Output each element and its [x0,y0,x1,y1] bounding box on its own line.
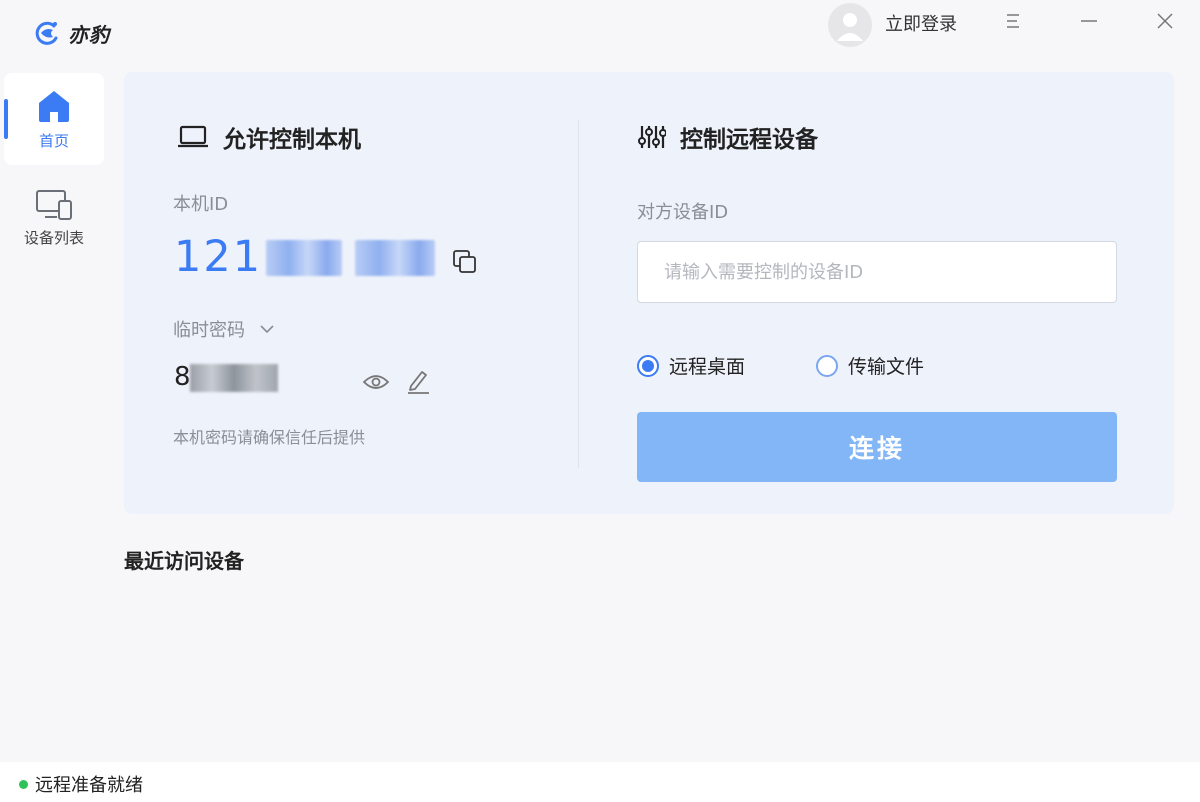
radio-remote-desktop-label: 远程桌面 [669,356,746,378]
password-redacted [190,364,278,392]
peer-id-input[interactable] [637,241,1117,303]
password-hint: 本机密码请确保信任后提供 [173,428,366,447]
menu-icon [1007,14,1019,28]
local-id-redacted-2 [355,240,435,276]
sidebar-item-home[interactable]: 首页 [4,73,104,165]
radio-selected-indicator [637,354,659,377]
peer-id-label: 对方设备ID [637,202,729,223]
title-bar: 亦豹 立即登录 [0,0,1200,64]
close-button[interactable] [1150,6,1180,36]
allow-control-title: 允许控制本机 [177,120,361,154]
local-id-redacted-1 [266,240,342,276]
logo-icon [35,21,58,45]
remote-control-title-text: 控制远程设备 [680,127,818,153]
sliders-icon [638,126,666,148]
remote-control-title: 控制远程设备 [638,120,818,154]
sidebar-item-label: 设备列表 [23,228,84,247]
user-icon [837,13,863,41]
home-icon [39,90,69,122]
close-icon [1157,13,1173,29]
app-name: 亦豹 [68,22,110,47]
minimize-button[interactable] [1074,6,1104,36]
radio-remote-desktop[interactable]: 远程桌面 [637,352,745,379]
laptop-icon [178,125,208,148]
password-type-dropdown[interactable]: 临时密码 [173,316,275,342]
status-bar [0,762,1200,802]
edit-icon[interactable] [405,368,431,394]
password-value: 8 [174,362,191,392]
allow-control-title-text: 允许控制本机 [223,127,361,153]
sidebar-item-label: 首页 [38,131,69,150]
card-divider [578,120,579,468]
menu-button[interactable] [998,6,1028,36]
radio-file-transfer-label: 传输文件 [848,356,925,378]
devices-icon [36,189,72,220]
sidebar-item-devices[interactable]: 设备列表 [4,172,104,264]
avatar[interactable] [828,3,872,47]
radio-file-transfer[interactable]: 传输文件 [816,352,924,379]
password-label: 临时密码 [173,320,245,341]
recent-devices-title: 最近访问设备 [124,549,244,573]
radio-dot [642,359,654,372]
status-text: 远程准备就绪 [35,775,143,796]
chevron-down-icon [260,325,274,334]
eye-icon[interactable] [363,372,389,392]
copy-icon[interactable] [452,249,478,275]
radio-unselected-indicator [816,354,838,377]
login-link[interactable]: 立即登录 [885,10,957,36]
local-id-label: 本机ID [173,194,229,215]
local-id-value: 121 [174,232,263,282]
connect-button[interactable]: 连接 [637,412,1117,482]
app-logo: 亦豹 [32,18,110,48]
minimize-icon [1081,20,1097,22]
status-dot-icon [19,780,28,789]
